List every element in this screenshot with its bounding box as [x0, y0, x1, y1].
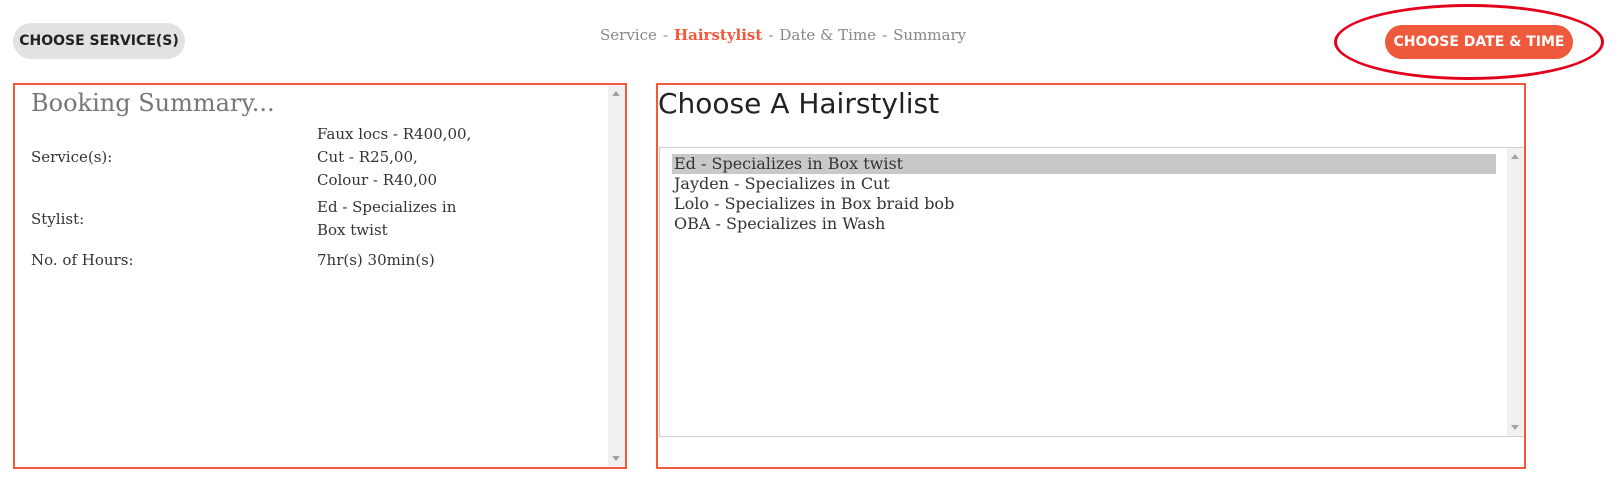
booking-summary-panel: Booking Summary... Service(s): Faux locs… — [13, 83, 627, 469]
hours-value: 7hr(s) 30min(s) — [317, 251, 435, 269]
step-separator: - — [768, 26, 774, 44]
step-separator: - — [882, 26, 888, 44]
hairstylist-option[interactable]: Jayden - Specializes in Cut — [672, 174, 1496, 194]
hours-label: No. of Hours: — [31, 251, 134, 269]
hairstylist-scrollbar[interactable] — [1507, 148, 1524, 436]
stylist-label: Stylist: — [31, 210, 85, 228]
step-separator: - — [662, 26, 668, 44]
service-line: Faux locs - R400,00, — [317, 125, 472, 143]
step-date-time[interactable]: Date & Time — [779, 26, 876, 44]
hairstylist-option[interactable]: OBA - Specializes in Wash — [672, 214, 1496, 234]
service-line: Cut - R25,00, — [317, 148, 418, 166]
choose-services-button[interactable]: CHOOSE SERVICE(S) — [13, 23, 185, 59]
booking-summary-title: Booking Summary... — [31, 89, 275, 117]
scroll-up-arrow-icon[interactable] — [612, 91, 620, 96]
services-label: Service(s): — [31, 148, 113, 166]
stylist-line: Ed - Specializes in — [317, 198, 457, 216]
hairstylist-option[interactable]: Ed - Specializes in Box twist — [672, 154, 1496, 174]
booking-steps: Service - Hairstylist - Date & Time - Summary — [600, 26, 966, 48]
service-line: Colour - R40,00 — [317, 171, 438, 189]
choose-hairstylist-panel: Choose A Hairstylist Ed - Specializes in… — [656, 83, 1526, 469]
choose-date-time-button[interactable]: CHOOSE DATE & TIME — [1385, 25, 1573, 59]
summary-scrollbar[interactable] — [608, 85, 625, 467]
scroll-down-arrow-icon[interactable] — [1511, 425, 1519, 430]
step-service[interactable]: Service — [600, 26, 657, 44]
step-summary[interactable]: Summary — [893, 26, 966, 44]
services-value: Faux locs - R400,00, Cut - R25,00, Colou… — [317, 123, 471, 192]
choose-hairstylist-title: Choose A Hairstylist — [658, 87, 940, 120]
stylist-line: Box twist — [317, 221, 388, 239]
scroll-up-arrow-icon[interactable] — [1511, 154, 1519, 159]
hairstylist-listbox[interactable]: Ed - Specializes in Box twist Jayden - S… — [659, 147, 1524, 437]
step-hairstylist[interactable]: Hairstylist — [674, 26, 762, 44]
scroll-down-arrow-icon[interactable] — [612, 456, 620, 461]
hairstylist-option[interactable]: Lolo - Specializes in Box braid bob — [672, 194, 1496, 214]
stylist-value: Ed - Specializes in Box twist — [317, 196, 456, 242]
